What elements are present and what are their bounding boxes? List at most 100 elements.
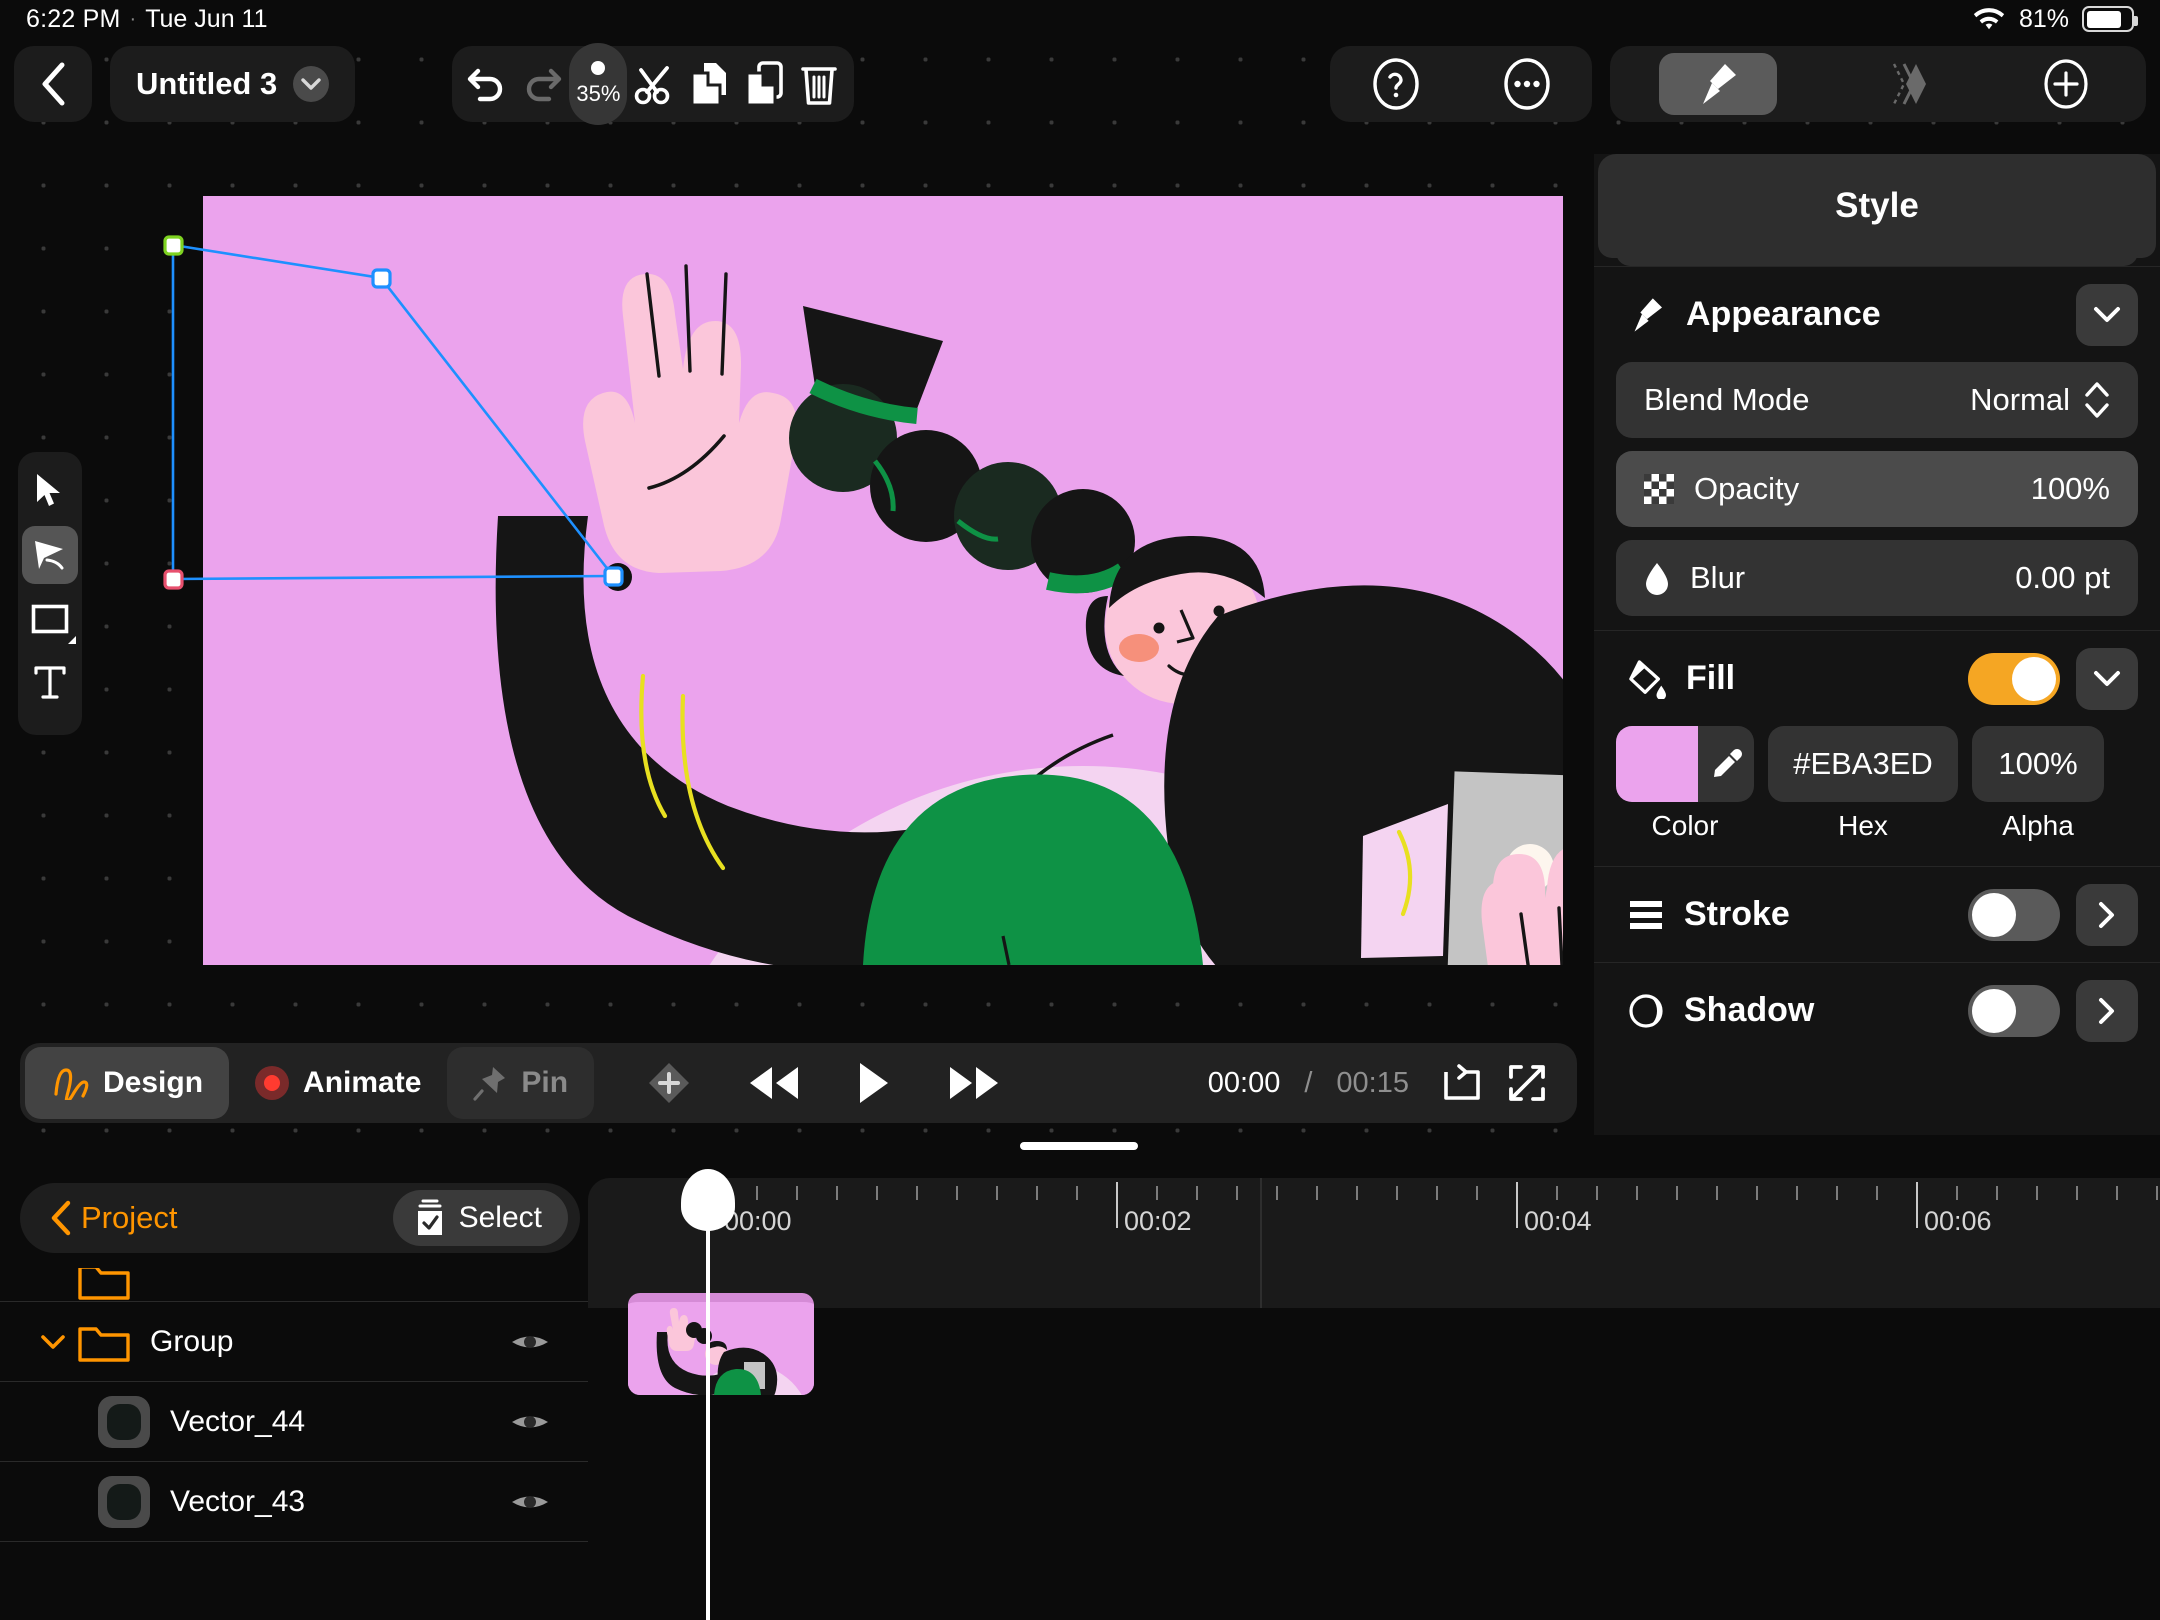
document-title: Untitled 3 (136, 66, 278, 101)
layer-label: Vector_43 (170, 1484, 306, 1518)
pin-icon (473, 1067, 506, 1101)
layer-row-group[interactable]: Group (0, 1302, 588, 1382)
add-keyframe-button[interactable] (646, 1060, 692, 1106)
timeline-clip[interactable] (628, 1293, 814, 1395)
fill-color-picker[interactable] (1616, 726, 1754, 802)
question-circle-icon (1372, 58, 1419, 110)
panel-scroll-hint (1616, 250, 2138, 266)
project-label: Project (81, 1200, 178, 1235)
total-time: 00:15 (1336, 1066, 1409, 1099)
appearance-section-header[interactable]: Appearance (1594, 266, 2160, 362)
text-tool[interactable] (22, 654, 78, 712)
app-root: 6:22 PM · Tue Jun 11 81% Untitled 3 35% … (0, 0, 2160, 1620)
chevron-right-icon (2099, 997, 2114, 1024)
layer-row-vector-44[interactable]: Vector_44 (0, 1382, 588, 1462)
animate-mode-tab[interactable]: Animate (229, 1047, 447, 1119)
fill-title: Fill (1686, 659, 1736, 697)
eye-icon[interactable] (510, 1409, 550, 1435)
shadow-toggle[interactable] (1968, 984, 2060, 1037)
project-bar: Project Select (20, 1183, 580, 1253)
expand-icon (1509, 1065, 1545, 1101)
fullscreen-button[interactable] (1507, 1063, 1547, 1103)
project-back-button[interactable]: Project (50, 1200, 177, 1236)
up-down-chevron-icon[interactable] (2084, 379, 2110, 421)
timeline-ruler[interactable]: 00:00 00:02 00:04 00:06 (588, 1178, 2160, 1238)
time-readout-group: 00:00 / 00:15 (1208, 1063, 1577, 1103)
delete-button[interactable] (791, 53, 846, 115)
rewind-icon (750, 1067, 799, 1099)
appearance-collapse-button[interactable] (2076, 283, 2138, 346)
style-panel-title: Style (1598, 154, 2156, 258)
appearance-title: Appearance (1686, 295, 1881, 333)
timeline[interactable]: 00:00 00:02 00:04 00:06 (588, 1153, 2160, 1620)
layer-row-partial[interactable] (0, 1268, 588, 1302)
fill-alpha-input[interactable]: 100% (1972, 726, 2104, 802)
canvas-artboard[interactable] (203, 196, 1563, 965)
undo-icon (468, 68, 503, 102)
stroke-disclosure-button[interactable] (2076, 883, 2138, 946)
stroke-toggle[interactable] (1968, 888, 2060, 941)
fill-toggle[interactable] (1968, 652, 2060, 705)
layer-label: Vector_44 (170, 1404, 306, 1438)
blur-value: 0.00 pt (2015, 560, 2110, 595)
redo-button[interactable] (515, 53, 570, 115)
select-label: Select (458, 1201, 542, 1234)
style-panel-button[interactable] (1659, 53, 1777, 115)
timeline-playhead[interactable] (681, 1169, 735, 1620)
fill-alpha-label: Alpha (2002, 810, 2074, 841)
shape-tool[interactable] (22, 590, 78, 648)
select-tool[interactable] (22, 462, 78, 520)
playhead-handle[interactable] (681, 1169, 735, 1231)
status-separator: · (129, 7, 137, 30)
design-mode-label: Design (103, 1066, 204, 1099)
document-title-button[interactable]: Untitled 3 (110, 46, 356, 122)
pin-mode-tab[interactable]: Pin (447, 1047, 595, 1119)
fill-collapse-button[interactable] (2076, 647, 2138, 710)
shadow-disclosure-button[interactable] (2076, 979, 2138, 1042)
layer-row-vector-43[interactable]: Vector_43 (0, 1462, 588, 1542)
help-button[interactable] (1365, 53, 1427, 115)
more-options-button[interactable] (1496, 53, 1558, 115)
loop-button[interactable] (1441, 1064, 1483, 1102)
eye-icon[interactable] (510, 1489, 550, 1515)
blur-label: Blur (1690, 560, 1746, 595)
shadow-circle-icon (1629, 993, 1663, 1028)
layers-panel-button[interactable] (1875, 53, 1937, 115)
stroke-title: Stroke (1684, 895, 1790, 933)
node-tool[interactable] (22, 526, 78, 584)
blur-row[interactable]: Blur 0.00 pt (1616, 540, 2138, 616)
animate-mode-label: Animate (303, 1066, 422, 1099)
copy-button[interactable] (682, 53, 737, 115)
paste-button[interactable] (737, 53, 792, 115)
opacity-label: Opacity (1694, 471, 1800, 506)
zoom-level-button[interactable]: 35% (569, 43, 628, 125)
folder-icon (78, 1268, 130, 1300)
select-button[interactable]: Select (392, 1190, 568, 1246)
status-date: Tue Jun 11 (145, 4, 268, 33)
layers-icon (1892, 63, 1926, 105)
cut-button[interactable] (627, 53, 682, 115)
battery-percent: 81% (2018, 4, 2069, 33)
play-icon (860, 1063, 889, 1103)
undo-button[interactable] (460, 53, 515, 115)
fill-hex-input[interactable]: #EBA3ED (1768, 726, 1958, 802)
eye-icon[interactable] (510, 1329, 550, 1355)
stroke-section-header[interactable]: Stroke (1594, 866, 2160, 962)
add-panel-button[interactable] (2035, 53, 2097, 115)
fast-forward-button[interactable] (946, 1063, 1002, 1103)
opacity-row[interactable]: Opacity 100% (1616, 451, 2138, 527)
chevron-down-icon[interactable] (40, 1334, 78, 1350)
panel-drag-handle[interactable] (1020, 1142, 1138, 1150)
shadow-section-header[interactable]: Shadow (1594, 962, 2160, 1058)
eyedropper-button[interactable] (1698, 726, 1754, 802)
chevron-down-icon (2094, 670, 2120, 686)
fill-section-header[interactable]: Fill (1594, 630, 2160, 726)
rewind-button[interactable] (746, 1063, 802, 1103)
cursor-arrow-icon (37, 474, 60, 506)
design-mode-tab[interactable]: Design (25, 1047, 230, 1119)
chevron-down-icon[interactable] (293, 66, 330, 102)
blend-mode-row[interactable]: Blend Mode Normal (1616, 362, 2138, 438)
play-button[interactable] (856, 1061, 892, 1105)
back-button[interactable] (14, 46, 92, 122)
fill-color-swatch[interactable] (1616, 726, 1698, 802)
